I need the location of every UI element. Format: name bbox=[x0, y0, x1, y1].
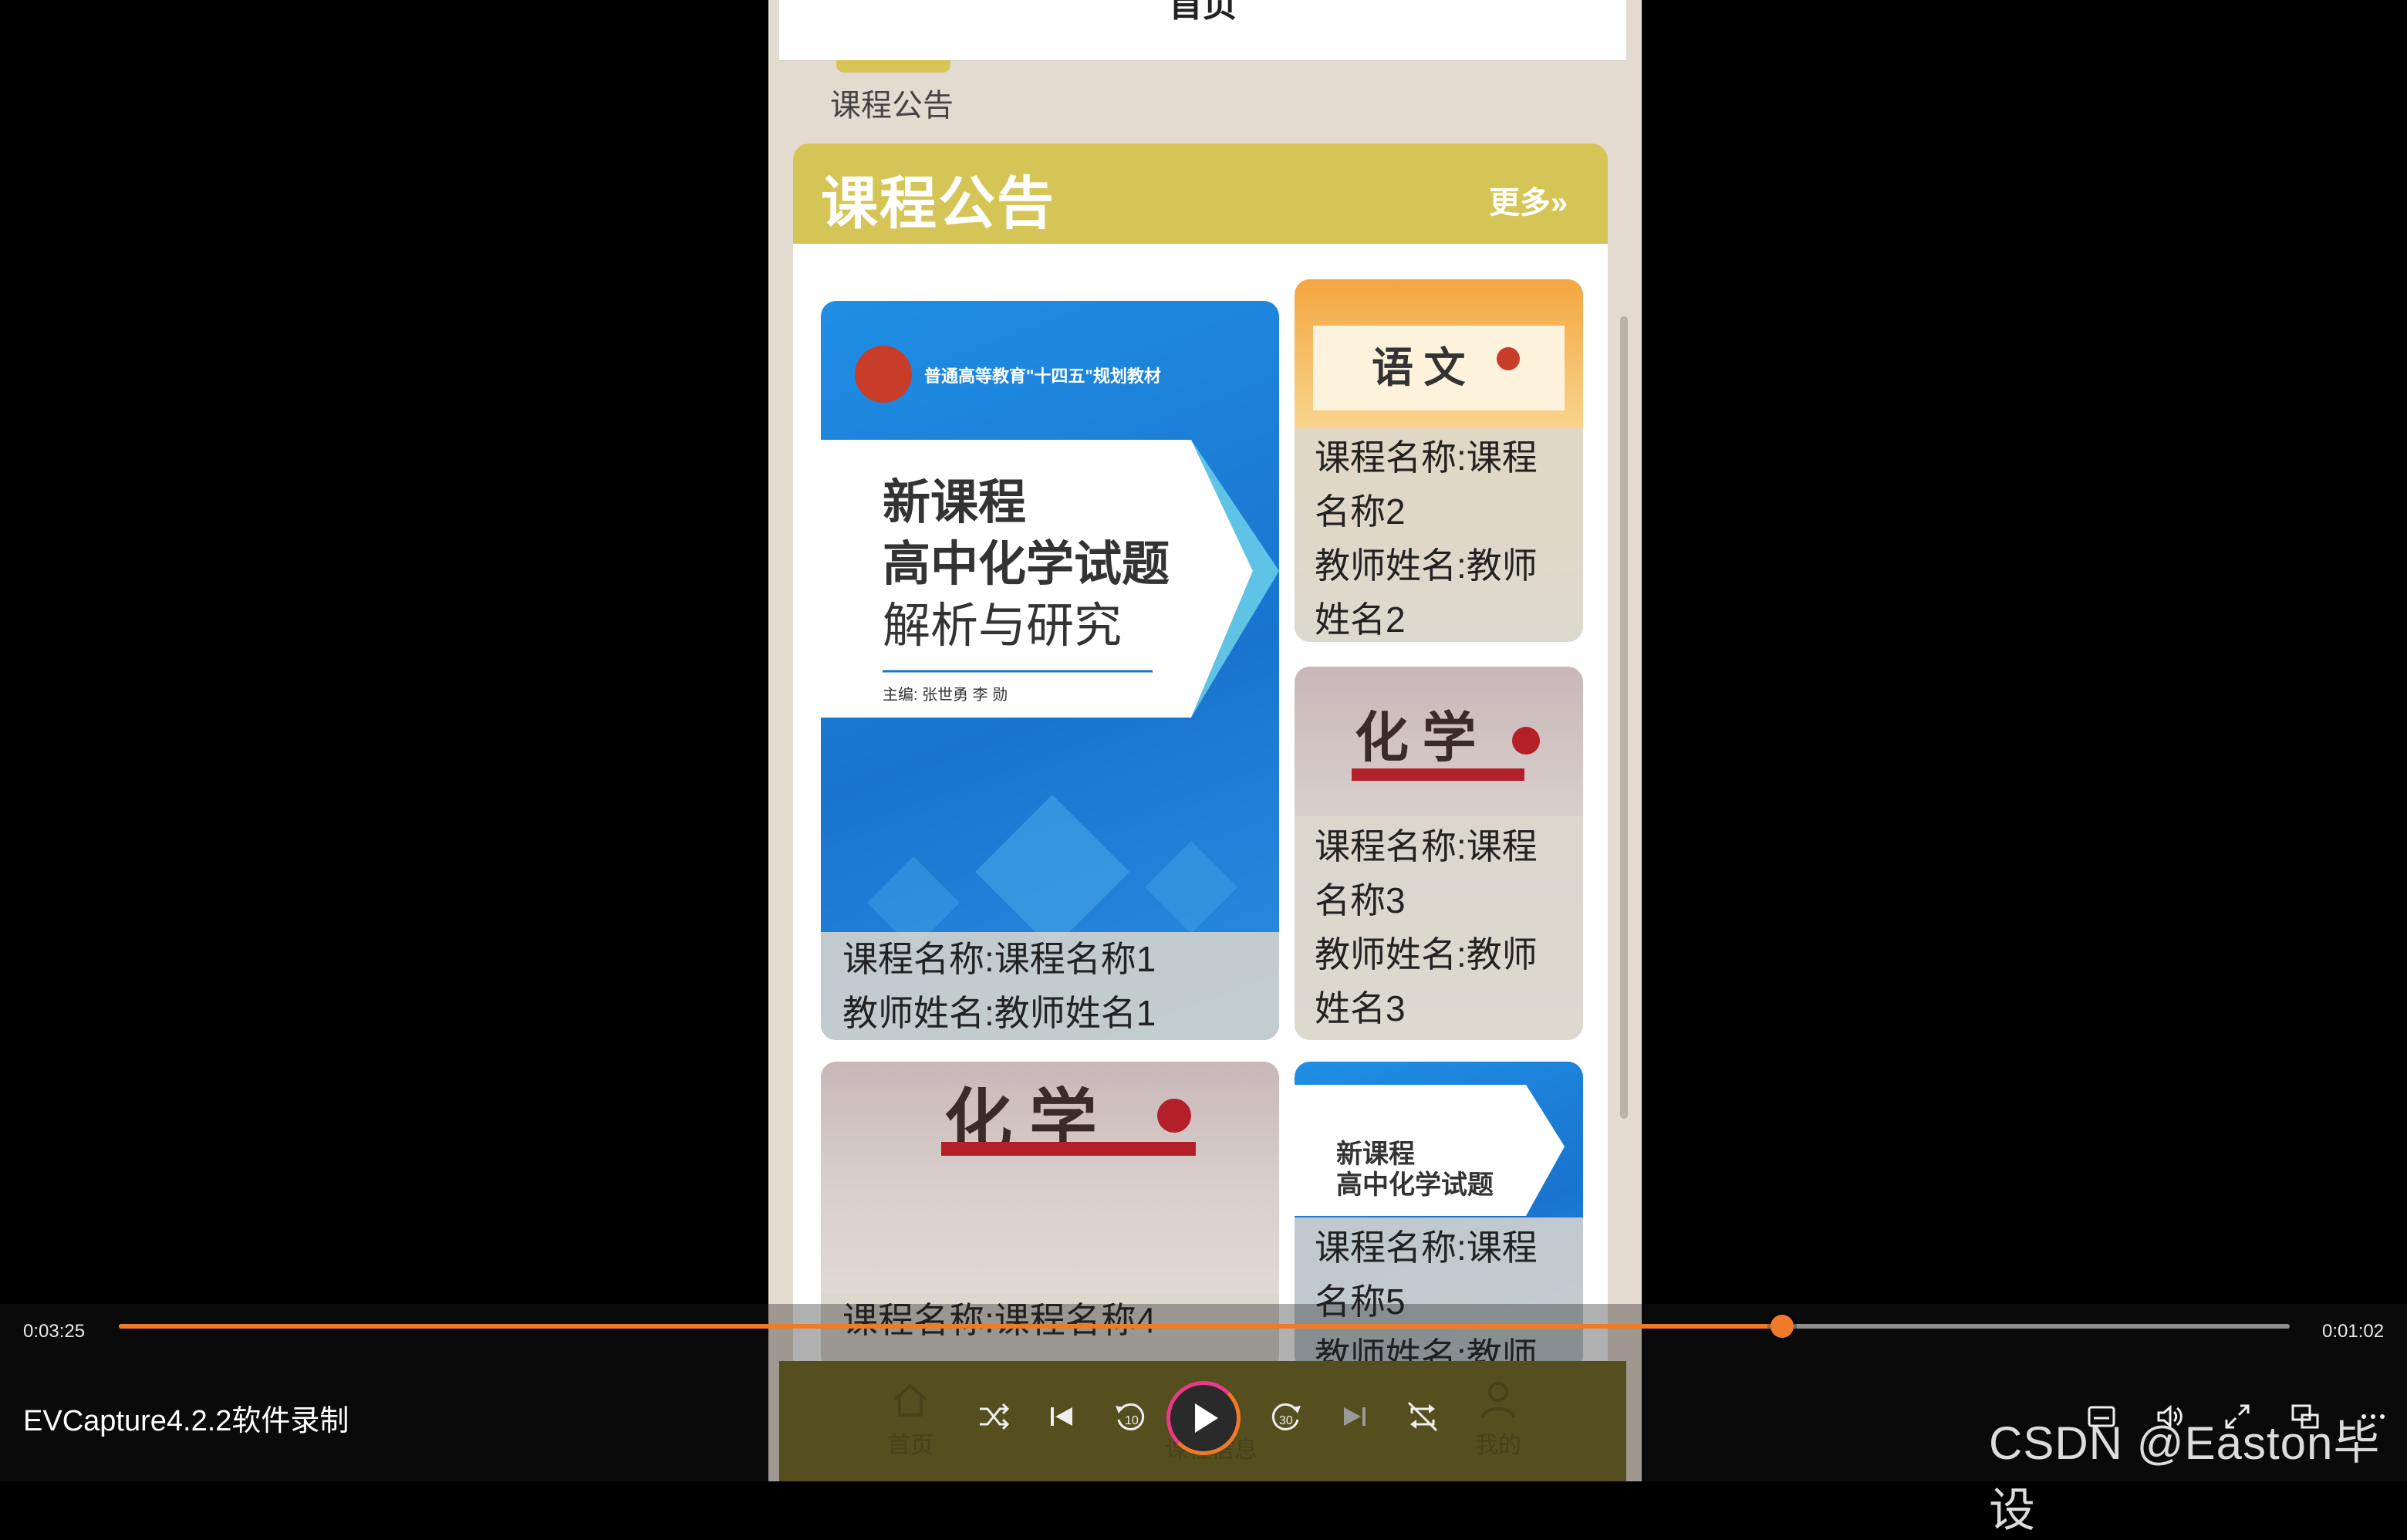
phone-screen: 首页 课程公告 课程公告 更多» 普通高等教育"十四五"规划教材 新课程 高中化… bbox=[768, 0, 1642, 1481]
remaining-time: 0:01:02 bbox=[2322, 1321, 2385, 1342]
tab-course-notice[interactable]: 课程公告 bbox=[830, 80, 954, 125]
course-name-label: 课程名称:课程名称2 bbox=[1315, 437, 1538, 532]
course-caption: 课程名称:课程名称3 教师姓名:教师姓名3 bbox=[1295, 816, 1583, 1040]
scrollbar[interactable] bbox=[1620, 316, 1628, 1119]
course-notice-panel: 课程公告 更多» 普通高等教育"十四五"规划教材 新课程 高中化学试题 解析与研… bbox=[793, 144, 1608, 1481]
svg-text:30: 30 bbox=[1279, 1414, 1293, 1427]
course-caption: 课程名称:课程名称2 教师姓名:教师姓名2 bbox=[1295, 427, 1583, 642]
play-icon bbox=[1195, 1403, 1218, 1433]
notice-header: 课程公告 更多» bbox=[793, 144, 1608, 244]
course-name-label: 课程名称:课程名称3 bbox=[1315, 826, 1538, 920]
next-icon[interactable] bbox=[1333, 1395, 1376, 1438]
course-caption: 课程名称:课程名称1 教师姓名:教师姓名1 bbox=[821, 932, 1279, 1040]
tab-indicator bbox=[836, 60, 950, 73]
play-button[interactable] bbox=[1166, 1381, 1241, 1455]
course-card[interactable]: 普通高等教育"十四五"规划教材 新课程 高中化学试题 解析与研究 主编: 张世勇… bbox=[821, 301, 1279, 1040]
shuffle-icon[interactable] bbox=[972, 1395, 1015, 1438]
watermark: CSDN @Easton毕设 bbox=[1989, 1417, 2381, 1536]
course-card[interactable]: 语 文 课程名称:课程名称2 教师姓名:教师姓名2 bbox=[1295, 279, 1583, 642]
course-name-label: 课程名称:课程名称1 bbox=[842, 939, 1156, 979]
teacher-name-label: 教师姓名:教师姓名1 bbox=[842, 993, 1156, 1033]
forward-30-icon[interactable]: 30 bbox=[1265, 1395, 1308, 1438]
notice-title: 课程公告 bbox=[821, 171, 1055, 235]
course-cover-image: 普通高等教育"十四五"规划教材 新课程 高中化学试题 解析与研究 主编: 张世勇… bbox=[821, 301, 1279, 1040]
seek-bar-progress bbox=[119, 1324, 1782, 1329]
teacher-name-label: 教师姓名:教师姓名2 bbox=[1315, 545, 1538, 640]
recorder-label: EVCapture4.2.2软件录制 bbox=[23, 1405, 349, 1437]
seek-handle[interactable] bbox=[1771, 1315, 1794, 1338]
page-title: 首页 bbox=[1169, 0, 1237, 24]
more-link[interactable]: 更多» bbox=[1489, 177, 1568, 222]
svg-text:10: 10 bbox=[1125, 1414, 1139, 1427]
teacher-name-label: 教师姓名:教师姓名3 bbox=[1315, 934, 1538, 1028]
previous-icon[interactable] bbox=[1040, 1395, 1083, 1438]
rewind-10-icon[interactable]: 10 bbox=[1108, 1395, 1151, 1438]
publisher-logo bbox=[855, 346, 912, 403]
course-card[interactable]: 化 学 课程名称:课程名称3 教师姓名:教师姓名3 bbox=[1295, 667, 1583, 1040]
repeat-off-icon[interactable] bbox=[1401, 1395, 1444, 1438]
top-nav-bar: 首页 bbox=[779, 0, 1626, 61]
elapsed-time: 0:03:25 bbox=[23, 1321, 86, 1342]
